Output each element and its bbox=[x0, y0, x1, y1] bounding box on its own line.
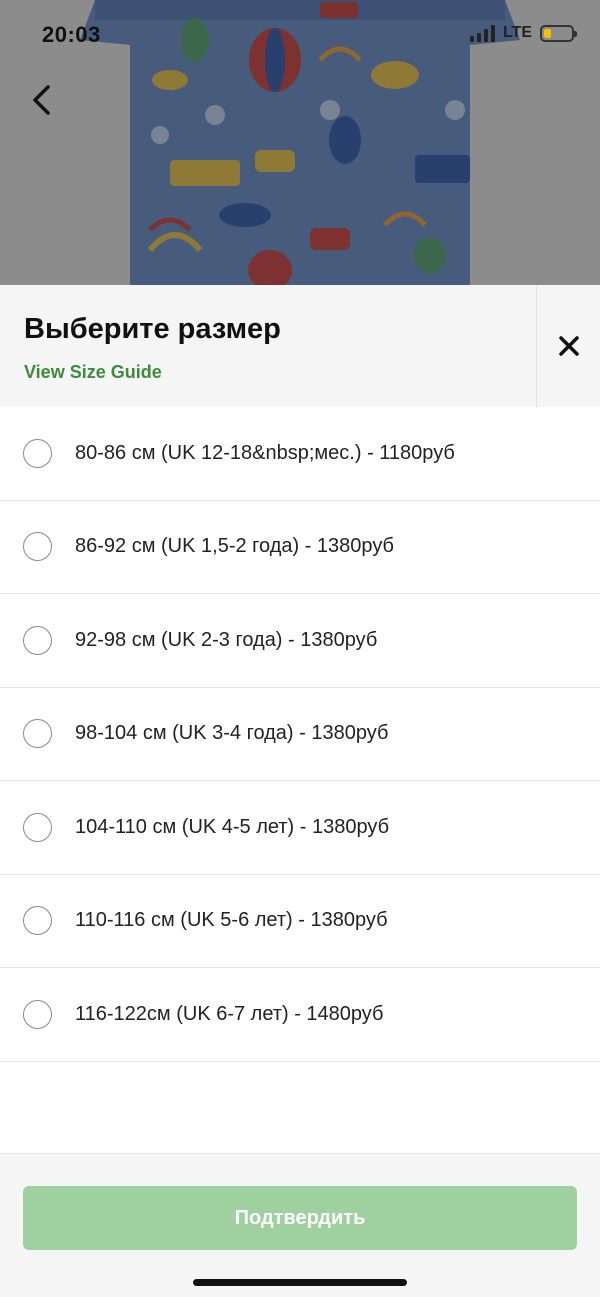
status-time: 20:03 bbox=[42, 22, 101, 47]
radio-button[interactable] bbox=[23, 719, 52, 749]
battery-icon bbox=[540, 24, 577, 42]
sheet-footer: Подтвердить bbox=[0, 1153, 600, 1297]
radio-button[interactable] bbox=[23, 812, 52, 842]
sheet-header: Выберите размер View Size Guide bbox=[0, 285, 600, 407]
network-label: LTE bbox=[502, 24, 532, 41]
size-option[interactable]: 86-92 см (UK 1,5-2 года) - 1380руб bbox=[0, 501, 600, 594]
radio-button[interactable] bbox=[23, 906, 52, 936]
size-option-label: 104-110 см (UK 4-5 лет) - 1380руб bbox=[75, 815, 390, 838]
confirm-button[interactable]: Подтвердить bbox=[23, 1186, 577, 1250]
size-option[interactable]: 92-98 см (UK 2-3 года) - 1380руб bbox=[0, 594, 600, 688]
back-button[interactable] bbox=[22, 78, 62, 122]
size-option[interactable]: 116-122см (UK 6-7 лет) - 1480руб bbox=[0, 968, 600, 1062]
radio-button[interactable] bbox=[23, 999, 52, 1029]
size-option[interactable]: 110-116 см (UK 5-6 лет) - 1380руб bbox=[0, 875, 600, 968]
size-option-label: 98-104 см (UK 3-4 года) - 1380руб bbox=[75, 722, 389, 745]
size-option-label: 80-86 см (UK 12-18&nbsp;мес.) - 1180руб bbox=[75, 441, 455, 464]
signal-icon bbox=[469, 24, 495, 42]
size-option[interactable]: 80-86 см (UK 12-18&nbsp;мес.) - 1180руб bbox=[0, 407, 600, 501]
status-indicators: LTE bbox=[469, 24, 577, 42]
size-option-label: 110-116 см (UK 5-6 лет) - 1380руб bbox=[75, 909, 388, 932]
size-option-label: 86-92 см (UK 1,5-2 года) - 1380руб bbox=[75, 535, 394, 558]
size-list: 80-86 см (UK 12-18&nbsp;мес.) - 1180руб … bbox=[0, 407, 600, 1062]
size-option[interactable]: 104-110 см (UK 4-5 лет) - 1380руб bbox=[0, 781, 600, 875]
radio-button[interactable] bbox=[23, 625, 52, 655]
chevron-left-icon bbox=[33, 85, 50, 115]
sheet-title: Выберите размер bbox=[24, 313, 281, 345]
home-indicator bbox=[193, 1279, 407, 1286]
size-option-label: 92-98 см (UK 2-3 года) - 1380руб bbox=[75, 628, 378, 651]
close-button[interactable] bbox=[536, 285, 600, 407]
size-option[interactable]: 98-104 см (UK 3-4 года) - 1380руб bbox=[0, 688, 600, 781]
radio-button[interactable] bbox=[23, 438, 52, 468]
status-bar: 20:03 LTE bbox=[0, 0, 600, 70]
radio-button[interactable] bbox=[23, 532, 52, 562]
size-option-label: 116-122см (UK 6-7 лет) - 1480руб bbox=[75, 1002, 384, 1025]
close-icon bbox=[558, 336, 579, 356]
size-guide-link[interactable]: View Size Guide bbox=[24, 362, 162, 383]
size-picker-sheet: Выберите размер View Size Guide 80-86 см… bbox=[0, 285, 600, 1297]
